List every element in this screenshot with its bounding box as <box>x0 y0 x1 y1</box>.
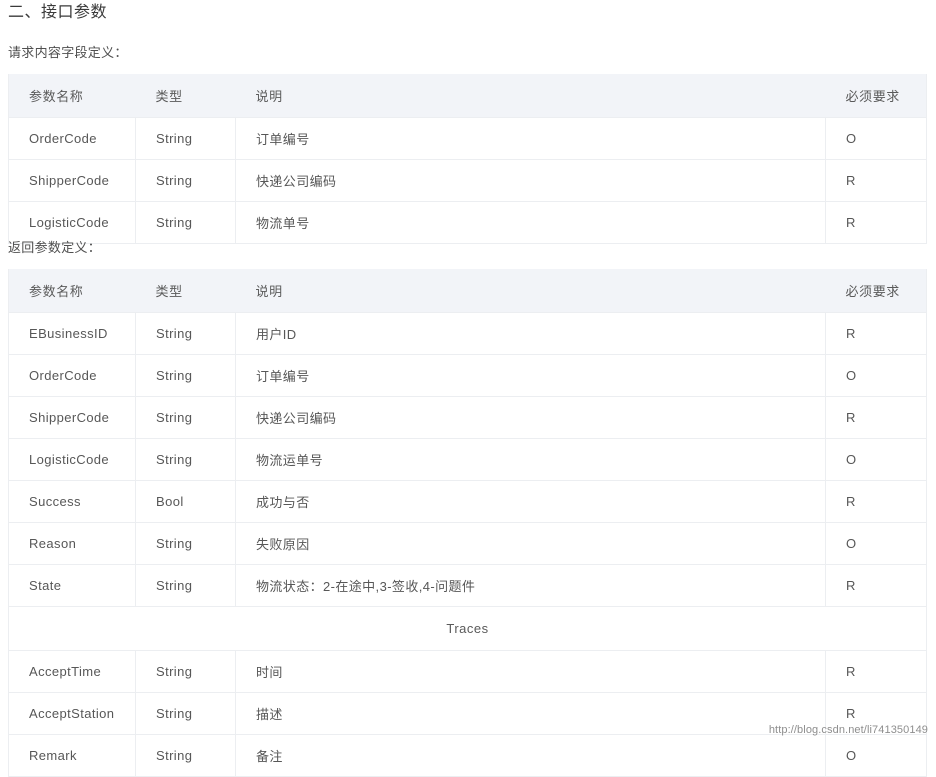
cell-param-type: String <box>135 117 236 160</box>
column-header-desc: 说明 <box>235 74 826 118</box>
table-row: Reason String 失败原因 O <box>8 522 927 565</box>
table-header: 参数名称 类型 说明 必须要求 <box>8 269 927 313</box>
group-label-traces: Traces <box>8 606 927 651</box>
cell-param-desc: 物流状态：2-在途中,3-签收,4-问题件 <box>235 564 826 607</box>
cell-param-name: Reason <box>8 522 136 565</box>
table-group-row-traces: Traces <box>8 606 927 651</box>
table-row: EBusinessID String 用户ID R <box>8 312 927 355</box>
cell-param-type: String <box>135 354 236 397</box>
table-row: Remark String 备注 O <box>8 734 927 777</box>
cell-param-name: AcceptTime <box>8 650 136 693</box>
request-parameters-table: 参数名称 类型 说明 必须要求 OrderCode String 订单编号 O … <box>8 74 927 244</box>
cell-param-name: State <box>8 564 136 607</box>
column-header-desc: 说明 <box>235 269 826 313</box>
cell-param-desc: 失败原因 <box>235 522 826 565</box>
cell-param-required: R <box>825 564 927 607</box>
cell-param-name: Success <box>8 480 136 523</box>
cell-param-desc: 时间 <box>235 650 826 693</box>
table-row: OrderCode String 订单编号 O <box>8 117 927 160</box>
table-header-row: 参数名称 类型 说明 必须要求 <box>8 74 927 118</box>
cell-param-required: R <box>825 396 927 439</box>
cell-param-desc: 物流运单号 <box>235 438 826 481</box>
cell-param-desc: 订单编号 <box>235 117 826 160</box>
cell-param-required: O <box>825 354 927 397</box>
cell-param-type: String <box>135 564 236 607</box>
cell-param-type: String <box>135 522 236 565</box>
cell-param-desc: 物流单号 <box>235 201 826 244</box>
table-header: 参数名称 类型 说明 必须要求 <box>8 74 927 118</box>
cell-param-desc: 成功与否 <box>235 480 826 523</box>
cell-param-required: O <box>825 117 927 160</box>
cell-param-type: String <box>135 692 236 735</box>
cell-param-type: String <box>135 396 236 439</box>
cell-param-type: String <box>135 201 236 244</box>
watermark-url: http://blog.csdn.net/li741350149 <box>768 724 928 736</box>
cell-param-required: R <box>825 480 927 523</box>
cell-param-required: R <box>825 312 927 355</box>
response-section-intro: 返回参数定义： <box>8 240 102 255</box>
table-header-row: 参数名称 类型 说明 必须要求 <box>8 269 927 313</box>
cell-param-required: R <box>825 201 927 244</box>
section-heading: 二、接口参数 <box>8 4 108 21</box>
cell-param-type: String <box>135 650 236 693</box>
column-header-required: 必须要求 <box>825 74 927 118</box>
cell-param-type: String <box>135 734 236 777</box>
cell-param-name: OrderCode <box>8 354 136 397</box>
table-row: AcceptTime String 时间 R <box>8 650 927 693</box>
cell-param-name: LogisticCode <box>8 438 136 481</box>
table-row: LogisticCode String 物流单号 R <box>8 201 927 244</box>
column-header-required: 必须要求 <box>825 269 927 313</box>
cell-param-required: O <box>825 734 927 777</box>
cell-param-desc: 描述 <box>235 692 826 735</box>
cell-param-type: Bool <box>135 480 236 523</box>
cell-param-name: EBusinessID <box>8 312 136 355</box>
response-table-body: EBusinessID String 用户ID R OrderCode Stri… <box>8 312 927 777</box>
document-page: 二、接口参数 请求内容字段定义： 参数名称 类型 说明 必须要求 OrderCo… <box>0 0 936 777</box>
table-row: ShipperCode String 快递公司编码 R <box>8 159 927 202</box>
cell-param-desc: 用户ID <box>235 312 826 355</box>
cell-param-required: R <box>825 650 927 693</box>
request-table-body: OrderCode String 订单编号 O ShipperCode Stri… <box>8 117 927 244</box>
cell-param-desc: 快递公司编码 <box>235 159 826 202</box>
request-section-intro: 请求内容字段定义： <box>8 45 128 60</box>
cell-param-required: O <box>825 438 927 481</box>
table-row: Success Bool 成功与否 R <box>8 480 927 523</box>
table-row: LogisticCode String 物流运单号 O <box>8 438 927 481</box>
table-row: OrderCode String 订单编号 O <box>8 354 927 397</box>
cell-param-required: O <box>825 522 927 565</box>
cell-param-name: Remark <box>8 734 136 777</box>
table-row: ShipperCode String 快递公司编码 R <box>8 396 927 439</box>
cell-param-name: LogisticCode <box>8 201 136 244</box>
response-parameters-table: 参数名称 类型 说明 必须要求 EBusinessID String 用户ID … <box>8 269 927 777</box>
cell-param-desc: 快递公司编码 <box>235 396 826 439</box>
cell-param-type: String <box>135 438 236 481</box>
cell-param-desc: 备注 <box>235 734 826 777</box>
cell-param-type: String <box>135 312 236 355</box>
column-header-type: 类型 <box>135 74 236 118</box>
cell-param-name: AcceptStation <box>8 692 136 735</box>
cell-param-desc: 订单编号 <box>235 354 826 397</box>
cell-param-name: ShipperCode <box>8 396 136 439</box>
table-row: State String 物流状态：2-在途中,3-签收,4-问题件 R <box>8 564 927 607</box>
cell-param-name: ShipperCode <box>8 159 136 202</box>
column-header-name: 参数名称 <box>8 269 136 313</box>
column-header-name: 参数名称 <box>8 74 136 118</box>
cell-param-required: R <box>825 159 927 202</box>
column-header-type: 类型 <box>135 269 236 313</box>
cell-param-name: OrderCode <box>8 117 136 160</box>
cell-param-type: String <box>135 159 236 202</box>
